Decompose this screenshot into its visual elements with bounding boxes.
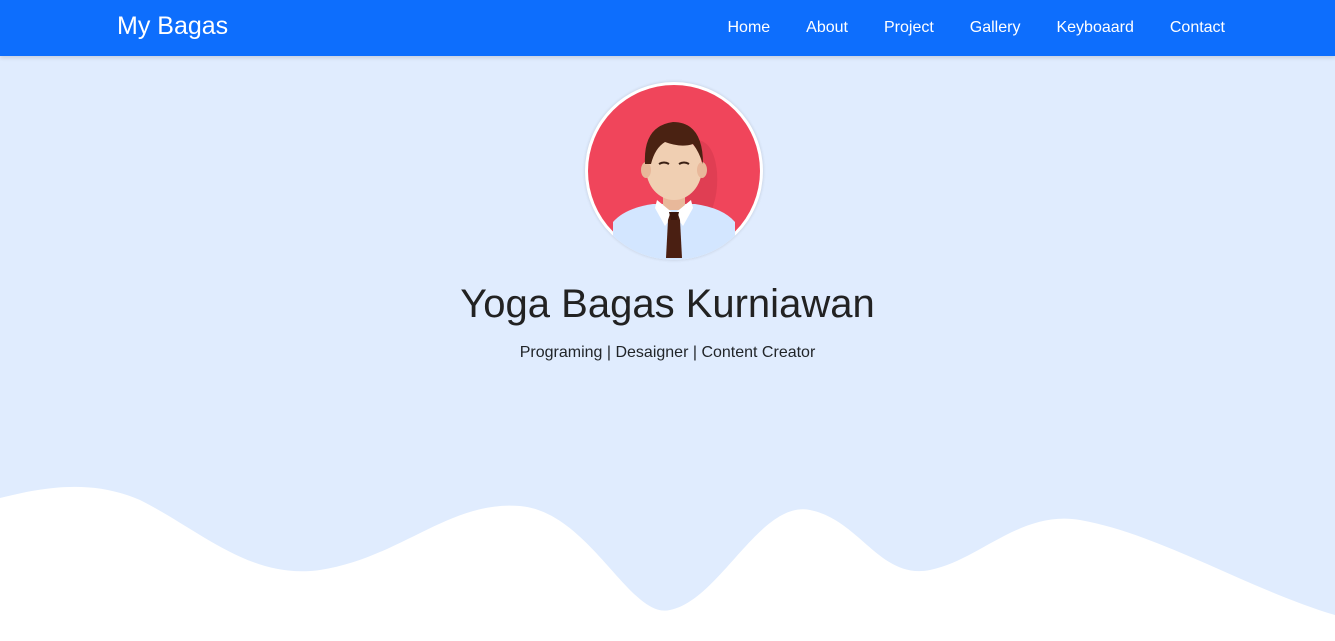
profile-tagline: Programing | Desaigner | Content Creator [519,344,816,361]
nav-links: Home About Project Gallery Keyboaard Con… [709,0,1241,56]
nav-link-home[interactable]: Home [709,0,788,56]
navbar: My Bagas Home About Project Gallery Keyb… [0,0,1335,56]
avatar [585,82,763,260]
nav-link-about[interactable]: About [788,0,866,56]
profile-name: Yoga Bagas Kurniawan [460,282,875,326]
wave-shape [0,486,1335,641]
nav-link-contact[interactable]: Contact [1152,0,1241,56]
avatar-ear-left [641,162,651,178]
avatar-tie [666,214,682,258]
brand-link[interactable]: My Bagas [117,10,228,42]
nav-link-project[interactable]: Project [866,0,952,56]
nav-link-keyboard[interactable]: Keyboaard [1038,0,1151,56]
decorative-wave [0,486,1335,641]
nav-link-gallery[interactable]: Gallery [952,0,1039,56]
avatar-ear-right [697,162,707,178]
avatar-illustration [588,85,760,260]
